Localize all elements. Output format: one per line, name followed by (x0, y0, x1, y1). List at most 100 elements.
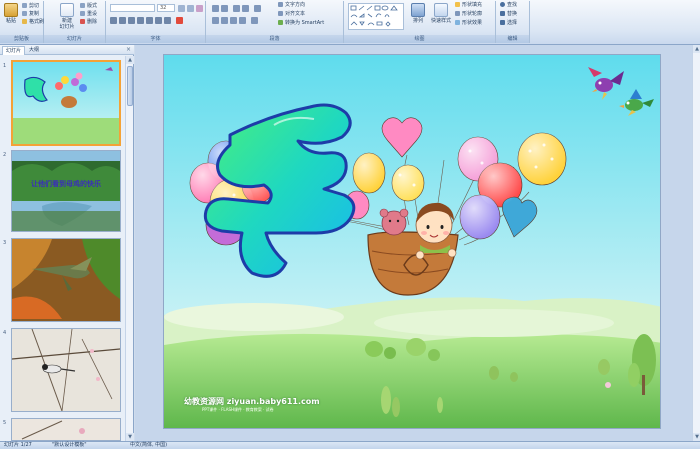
slide-number: 5 (3, 420, 7, 426)
scroll-up-icon[interactable]: ▲ (126, 56, 134, 64)
delete-slide-button[interactable]: 删除 (80, 19, 97, 26)
close-icon[interactable]: × (126, 46, 131, 54)
align-left-icon[interactable] (212, 17, 219, 24)
line-spacing-icon[interactable] (254, 5, 261, 12)
panel-tabs: 幻灯片 大纲 × (0, 45, 134, 55)
thumb-2-image (12, 151, 120, 231)
thumb-3-image (12, 239, 120, 321)
paragraph-group: 文字方向 对齐文本 转换为 SmartArt 段落 (206, 1, 344, 43)
text-direction-icon (278, 2, 283, 7)
slide-thumbnail-5[interactable] (11, 418, 121, 441)
text-direction-button[interactable]: 文字方向 (278, 2, 305, 9)
paste-icon (4, 3, 18, 17)
slide-thumbnail-2[interactable]: 让他们看到母鸡的快乐 (11, 150, 121, 232)
replace-button[interactable]: 替换 (500, 11, 517, 18)
slide-number: 1 (3, 63, 7, 69)
slide-number: 3 (3, 240, 7, 246)
thumb-1-image (13, 62, 119, 144)
clipboard-group-label: 剪贴板 (0, 35, 43, 43)
outline-pen-icon (455, 11, 460, 16)
shape-fill-button[interactable]: 形状填充 (455, 2, 482, 9)
binoculars-icon (500, 2, 505, 7)
align-text-button[interactable]: 对齐文本 (278, 11, 305, 18)
slide-number: 4 (3, 330, 7, 336)
new-slide-button[interactable]: 新建 幻灯片 (57, 3, 77, 30)
font-size-combo[interactable]: 32 (157, 4, 175, 12)
delete-icon (80, 19, 85, 24)
char-spacing-icon[interactable] (155, 17, 162, 24)
decrease-indent-icon[interactable] (233, 5, 240, 12)
clipboard-group: 粘贴 剪切 复制 格式刷 剪贴板 (0, 1, 44, 43)
fill-bucket-icon (455, 2, 460, 7)
cut-button[interactable]: 剪切 (22, 3, 39, 10)
font-name-combo[interactable] (110, 4, 155, 12)
align-center-icon[interactable] (221, 17, 228, 24)
strikethrough-icon[interactable] (137, 17, 144, 24)
editor-scrollbar[interactable]: ▲ ▼ (692, 45, 700, 441)
shapes-gallery[interactable] (348, 3, 404, 30)
slide-thumbnail-1[interactable] (11, 60, 121, 146)
slides-group: 新建 幻灯片 版式 重设 删除 幻灯片 (44, 1, 106, 43)
layout-button[interactable]: 版式 (80, 3, 97, 10)
quick-styles-button[interactable]: 快速样式 (430, 3, 452, 24)
select-button[interactable]: 选择 (500, 20, 517, 27)
italic-icon[interactable] (119, 17, 126, 24)
scroll-down-icon[interactable]: ▼ (693, 433, 700, 441)
current-slide[interactable]: 幼教资源网 ziyuan.baby611.com PPT课件 · FLASH课件… (163, 54, 661, 429)
slide-number: 2 (3, 152, 7, 158)
grow-font-icon[interactable] (178, 5, 185, 12)
numbering-icon[interactable] (221, 5, 228, 12)
smartart-button[interactable]: 转换为 SmartArt (278, 20, 324, 27)
replace-icon (500, 11, 505, 16)
slide-thumbnail-3[interactable] (11, 238, 121, 322)
font-color-icon[interactable] (176, 17, 183, 24)
bullets-icon[interactable] (212, 5, 219, 12)
shape-effects-button[interactable]: 形状效果 (455, 20, 482, 27)
scroll-down-icon[interactable]: ▼ (126, 433, 134, 441)
tab-outline[interactable]: 大纲 (26, 46, 42, 55)
panel-scrollbar[interactable]: ▲ ▼ (125, 56, 134, 441)
drawing-group: 排列 快速样式 形状填充 形状轮廓 形状效果 绘图 (344, 1, 496, 43)
watermark-title: 幼教资源网 ziyuan.baby611.com (184, 397, 320, 406)
shrink-font-icon[interactable] (187, 5, 194, 12)
slide-artwork (164, 55, 660, 428)
align-right-icon[interactable] (230, 17, 237, 24)
font-group-label: 字体 (106, 35, 205, 43)
editing-group-label: 编辑 (496, 35, 529, 43)
format-painter-button[interactable]: 格式刷 (22, 19, 44, 26)
underline-icon[interactable] (128, 17, 135, 24)
reset-button[interactable]: 重设 (80, 11, 97, 18)
new-slide-icon (60, 3, 74, 17)
justify-icon[interactable] (239, 17, 246, 24)
scroll-up-icon[interactable]: ▲ (693, 45, 700, 53)
ribbon: 粘贴 剪切 复制 格式刷 剪贴板 新建 幻灯片 版式 重设 删除 幻灯片 32 … (0, 0, 700, 45)
change-case-icon[interactable] (164, 17, 171, 24)
cursor-icon (500, 20, 505, 25)
copy-icon (22, 11, 27, 16)
slide-editor: 幼教资源网 ziyuan.baby611.com PPT课件 · FLASH课件… (135, 45, 700, 441)
find-button[interactable]: 查找 (500, 2, 517, 9)
paste-button[interactable]: 粘贴 (2, 3, 20, 24)
editing-group: 查找 替换 选择 编辑 (496, 1, 530, 43)
slide-position: 幻灯片 1/27 (4, 442, 32, 448)
clear-format-icon[interactable] (196, 5, 203, 12)
quick-styles-icon (434, 3, 448, 17)
scissors-icon (22, 3, 27, 8)
thumb-5-image (12, 419, 120, 440)
arrange-button[interactable]: 排列 (408, 3, 428, 24)
slides-panel: 幻灯片 大纲 × 1 2 让他们看到母鸡的快乐 3 4 5 ▲ ▼ (0, 45, 134, 441)
slide-thumbnail-4[interactable] (11, 328, 121, 412)
watermark-subtitle: PPT课件 · FLASH课件 · 教育教案 · 试卷 (202, 407, 274, 412)
scroll-thumb[interactable] (127, 66, 133, 106)
language-indicator[interactable]: 中文(简体, 中国) (130, 442, 167, 449)
shape-outline-button[interactable]: 形状轮廓 (455, 11, 482, 18)
columns-icon[interactable] (251, 17, 258, 24)
drawing-group-label: 绘图 (344, 35, 495, 43)
copy-button[interactable]: 复制 (22, 11, 39, 18)
thumb-2-caption: 让他们看到母鸡的快乐 (31, 180, 101, 188)
shadow-icon[interactable] (146, 17, 153, 24)
bold-icon[interactable] (110, 17, 117, 24)
tab-slides[interactable]: 幻灯片 (2, 46, 26, 55)
increase-indent-icon[interactable] (242, 5, 249, 12)
brush-icon (22, 19, 27, 24)
